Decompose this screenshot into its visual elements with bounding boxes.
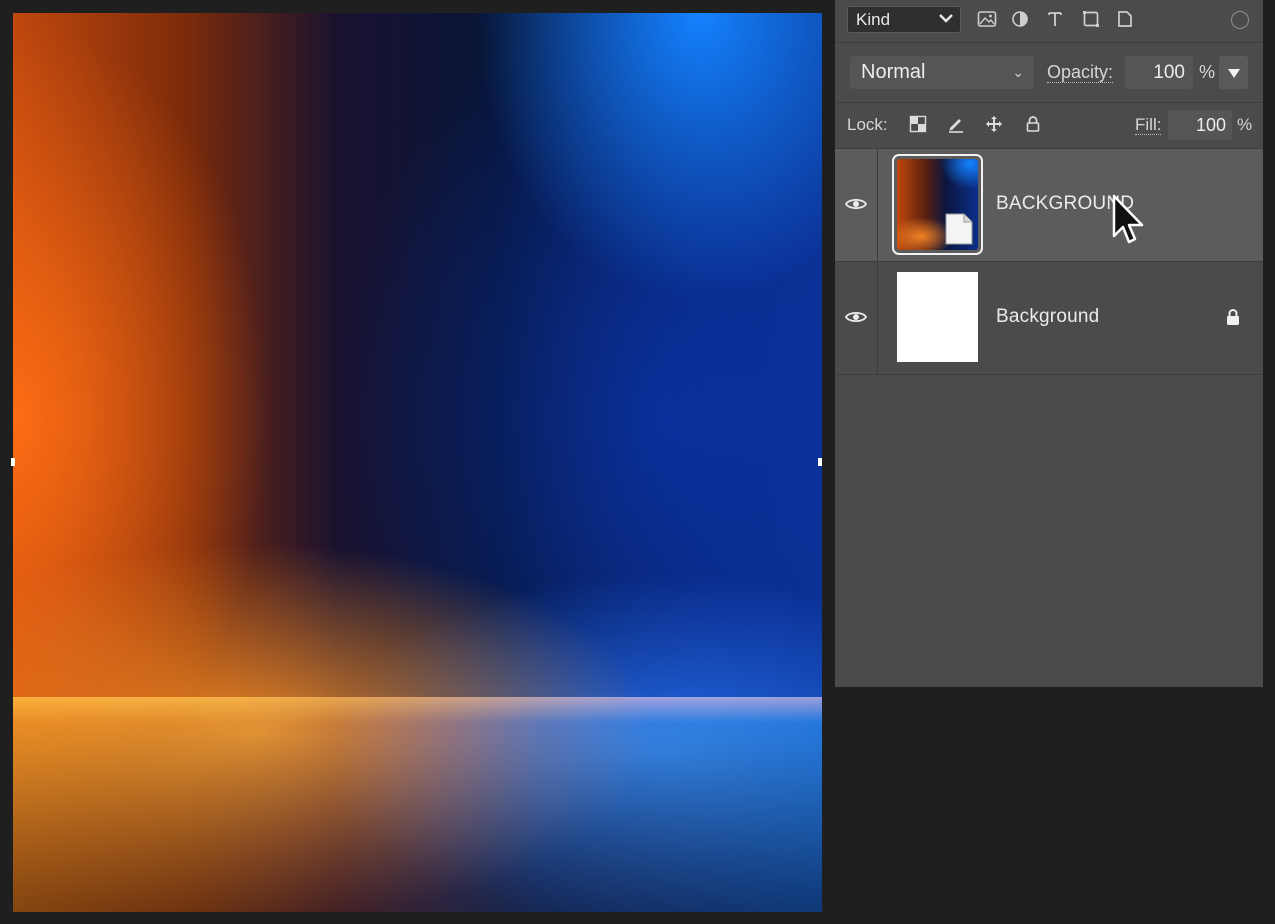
photo-editor-app: Kind Normal ⌄ Opacity: 100 % Lock: Fill:… [0,0,1275,924]
fill-percent: % [1237,115,1253,134]
mouse-cursor-icon [1112,194,1146,248]
opacity-slider-button[interactable] [1219,56,1248,89]
lock-all-icon[interactable] [1024,115,1042,133]
transform-handle-left[interactable] [11,458,15,466]
fill-label[interactable]: Fill: [1135,115,1162,135]
layer-row-smart-object[interactable]: BACKGROUND [835,149,1263,262]
document-canvas[interactable] [13,13,822,912]
chevron-down-icon [938,7,954,37]
opacity-input[interactable]: 100 [1125,56,1193,89]
shape-filter-icon[interactable] [1082,10,1100,28]
layer-thumbnail[interactable] [897,272,978,362]
chevron-down-icon: ⌄ [1012,64,1024,80]
type-filter-icon[interactable] [1046,10,1064,28]
layer-thumbnail[interactable] [892,154,983,255]
filter-kind-label: Kind [856,10,891,29]
visibility-column [835,262,878,374]
layer-row-background[interactable]: Background [835,262,1263,375]
fill-input[interactable]: 100 [1168,110,1232,140]
lock-icon[interactable] [1225,308,1241,326]
lock-label: Lock: [847,115,888,134]
layer-name[interactable]: Background [996,306,1099,328]
opacity-label[interactable]: Opacity: [1047,62,1114,83]
lock-transparent-pixels-icon[interactable] [909,115,927,133]
lock-image-pixels-icon[interactable] [947,115,965,133]
layers-panel: Kind Normal ⌄ Opacity: 100 % Lock: Fill:… [835,0,1263,687]
visibility-column [835,149,878,261]
smart-object-badge-icon [944,212,974,246]
image-filter-icon[interactable] [977,10,997,28]
lock-position-icon[interactable] [985,115,1003,133]
adjustment-filter-icon[interactable] [1011,10,1029,28]
opacity-percent: % [1199,62,1216,82]
filter-toggle-icon[interactable] [1231,11,1249,29]
eye-icon[interactable] [844,309,868,325]
transform-handle-right[interactable] [818,458,822,466]
blend-row: Normal ⌄ Opacity: 100 % [835,42,1263,103]
blend-mode-select[interactable]: Normal ⌄ [850,56,1034,89]
eye-icon[interactable] [844,196,868,212]
filter-kind-select[interactable]: Kind [847,6,961,33]
blend-mode-value: Normal [861,61,926,83]
layer-filter-bar: Kind [835,0,1263,43]
lock-row: Lock: Fill: 100 % [835,103,1263,149]
smart-object-filter-icon[interactable] [1116,10,1134,28]
